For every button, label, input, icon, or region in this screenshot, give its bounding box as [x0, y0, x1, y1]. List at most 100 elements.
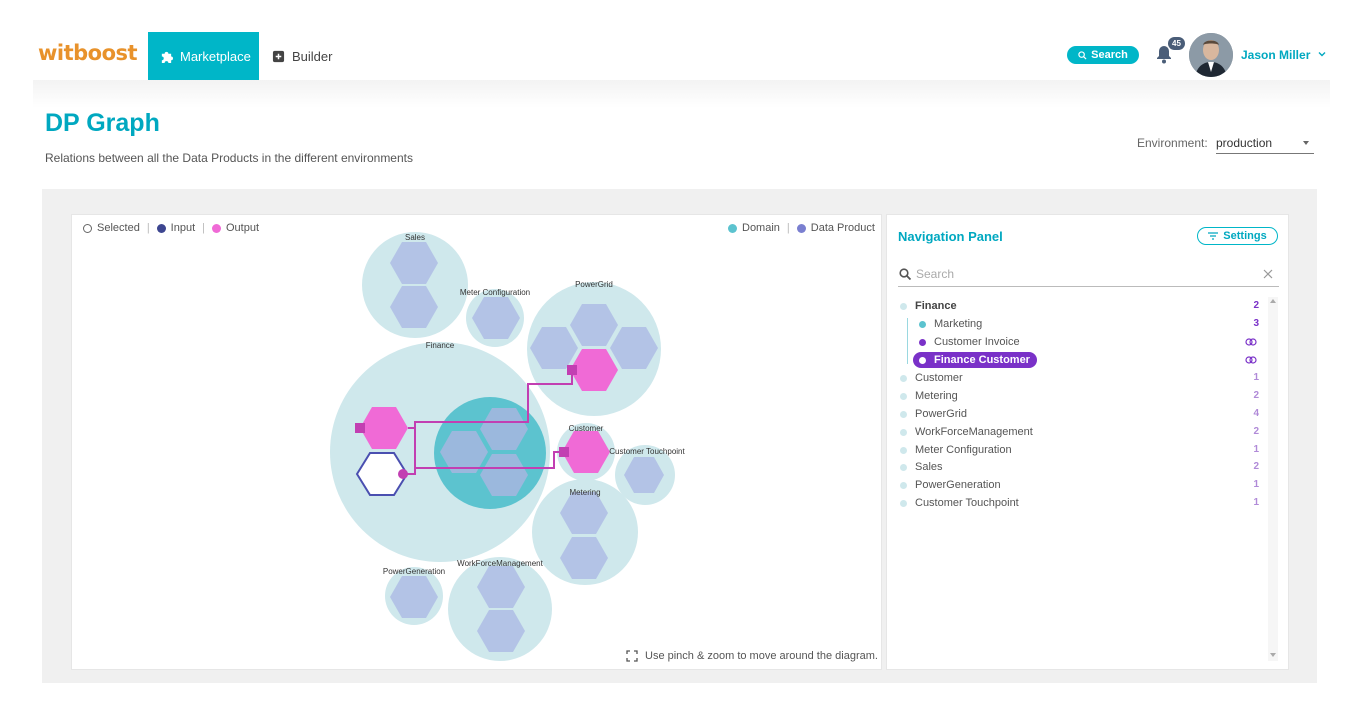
dp-graph[interactable]: Sales Meter Configuration PowerGrid Fina…: [72, 215, 882, 670]
zoom-hint-text: Use pinch & zoom to move around the diag…: [645, 650, 878, 662]
domain-dot-icon: [900, 481, 907, 489]
navigation-panel: Navigation Panel Settings Finance 2 Mark…: [886, 214, 1289, 670]
edge-end-square: [355, 423, 365, 433]
caret-down-icon: [1303, 141, 1309, 145]
navigation-panel-title: Navigation Panel: [898, 229, 1003, 244]
graph-panel[interactable]: Sales Meter Configuration PowerGrid Fina…: [71, 214, 882, 670]
tree-item-customer[interactable]: Customer: [900, 370, 963, 386]
nav-tab-builder-label: Builder: [292, 49, 333, 64]
environment-select[interactable]: production: [1216, 133, 1314, 154]
domain-label-customer-touchpoint: Customer Touchpoint: [609, 447, 685, 456]
navigation-scrollbar[interactable]: [1268, 297, 1278, 661]
domain-dot-icon: [900, 302, 907, 310]
edge-start-dot: [398, 469, 408, 479]
legend-data-product: Data Product: [810, 222, 875, 234]
tree-item-label: Marketing: [934, 318, 983, 330]
tree-item-marketing[interactable]: Marketing: [919, 316, 982, 332]
legend-entity-types: Domain | Data Product: [728, 222, 875, 234]
tree-item-label: Meter Configuration: [915, 444, 1012, 456]
domain-dot-icon: [900, 499, 907, 507]
search-button[interactable]: Search: [1067, 46, 1139, 64]
search-button-label: Search: [1091, 49, 1128, 61]
settings-button[interactable]: Settings: [1197, 227, 1278, 245]
tree-item-label: Customer Touchpoint: [915, 497, 1019, 509]
domain-label-powergeneration: PowerGeneration: [383, 567, 445, 576]
tree-item-label: PowerGeneration: [915, 479, 1001, 491]
environment-value: production: [1216, 136, 1273, 150]
domain-label-metering: Metering: [569, 488, 600, 497]
tree-item-finance[interactable]: Finance: [900, 298, 957, 314]
filter-icon: [1208, 232, 1219, 240]
domain-label-powergrid: PowerGrid: [575, 280, 613, 289]
top-bar: witboost Marketplace Builder Search 45 J…: [0, 0, 1363, 81]
tree-item-label: Sales: [915, 461, 943, 473]
data-product-dot-icon: [919, 338, 926, 346]
expand-icon: [626, 650, 638, 662]
user-photo: [1189, 33, 1233, 77]
navigation-search: [898, 265, 1279, 287]
tree-item-label: PowerGrid: [915, 408, 967, 420]
tree-count: 2: [1253, 426, 1259, 437]
edge-end-square: [559, 447, 569, 457]
tree-item-label: Finance: [915, 300, 957, 312]
link-icon[interactable]: [1245, 338, 1257, 346]
header-shadow: [33, 80, 1330, 108]
tree-item-customer-invoice[interactable]: Customer Invoice: [919, 334, 1020, 350]
domain-dot-icon: [900, 428, 907, 436]
domain-label-sales: Sales: [405, 233, 425, 242]
tree-item-workforcemanagement[interactable]: WorkForceManagement: [900, 424, 1033, 440]
environment-label: Environment:: [1137, 136, 1208, 150]
tree-guide-line: [907, 318, 908, 364]
tree-count: 1: [1253, 372, 1259, 383]
tree-count: 1: [1253, 497, 1259, 508]
puzzle-icon: [161, 51, 173, 63]
search-icon: [1078, 50, 1087, 60]
tree-item-meter-configuration[interactable]: Meter Configuration: [900, 442, 1012, 458]
navigation-search-input[interactable]: [916, 267, 1246, 281]
legend-input: Input: [170, 222, 196, 234]
settings-button-label: Settings: [1223, 230, 1267, 242]
nav-tab-marketplace[interactable]: Marketplace: [148, 32, 259, 81]
domain-label-finance: Finance: [426, 341, 455, 350]
scroll-down-icon[interactable]: [1270, 653, 1276, 657]
nav-tab-builder[interactable]: Builder: [266, 32, 346, 81]
domain-dot-icon: [900, 446, 907, 454]
tree-count: 1: [1253, 479, 1259, 490]
domain-dot-icon: [919, 320, 926, 328]
page-title: DP Graph: [45, 109, 160, 137]
add-box-icon: [272, 50, 285, 63]
scroll-up-icon[interactable]: [1270, 299, 1276, 303]
domain-dot-icon: [900, 410, 907, 418]
tree-count: 1: [1253, 444, 1259, 455]
domain-dot-icon: [900, 374, 907, 382]
domain-dot-icon: [900, 463, 907, 471]
domain-dot-icon: [900, 392, 907, 400]
tree-item-label: WorkForceManagement: [915, 426, 1033, 438]
chevron-down-icon[interactable]: [1316, 48, 1328, 60]
tree-item-label: Customer: [915, 372, 963, 384]
domain-legend-icon: [728, 223, 737, 233]
witboost-logo[interactable]: witboost: [38, 41, 138, 65]
input-legend-icon: [156, 223, 166, 233]
output-legend-icon: [212, 223, 221, 233]
user-name[interactable]: Jason Miller: [1241, 48, 1310, 62]
zoom-hint: Use pinch & zoom to move around the diag…: [626, 650, 878, 662]
avatar[interactable]: [1189, 33, 1233, 77]
tree-count: 3: [1253, 318, 1259, 329]
tree-item-sales[interactable]: Sales: [900, 459, 943, 475]
close-icon[interactable]: [1262, 268, 1274, 280]
domain-label-meter-configuration: Meter Configuration: [460, 288, 530, 297]
page-subtitle: Relations between all the Data Products …: [45, 151, 413, 165]
tree-item-customer-touchpoint[interactable]: Customer Touchpoint: [900, 495, 1019, 511]
tree-item-metering[interactable]: Metering: [900, 388, 958, 404]
tree-item-powergrid[interactable]: PowerGrid: [900, 406, 967, 422]
tree-count: 2: [1253, 461, 1259, 472]
nav-tab-marketplace-label: Marketplace: [180, 49, 251, 64]
link-icon[interactable]: [1245, 356, 1257, 364]
data-product-legend-icon: [796, 223, 806, 233]
selected-legend-icon: [83, 223, 92, 233]
tree-item-powergeneration[interactable]: PowerGeneration: [900, 477, 1001, 493]
tree-count: 2: [1253, 390, 1259, 401]
domain-label-customer: Customer: [569, 424, 604, 433]
tree-item-finance-customer-selected[interactable]: Finance Customer: [913, 352, 1037, 368]
